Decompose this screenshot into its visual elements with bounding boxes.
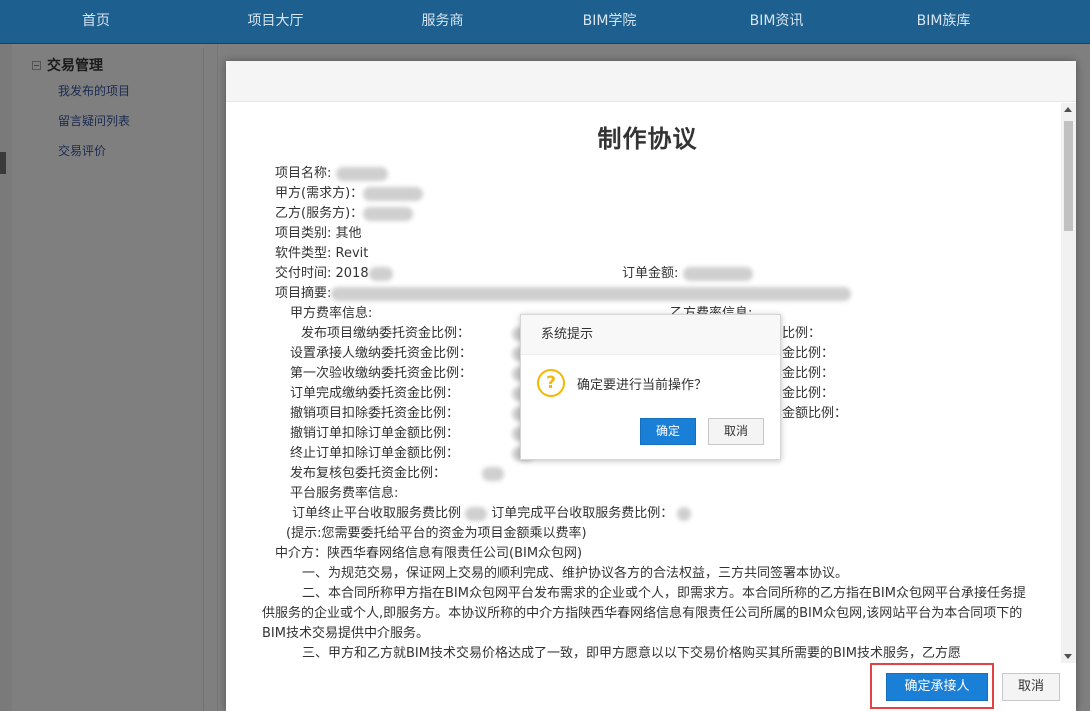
- nav-service-providers[interactable]: 服务商: [359, 0, 526, 43]
- scrollbar-thumb[interactable]: [1064, 121, 1073, 231]
- confirm-assignee-button[interactable]: 确定承接人: [886, 673, 988, 701]
- redacted-value: [331, 286, 852, 301]
- dialog-title: 系统提示: [521, 315, 780, 355]
- field-summary: 项目摘要:: [262, 284, 1033, 304]
- clause-3: 三、甲方和乙方就BIM技术交易价格达成了一致，即甲方愿意以以下交易价格购买其所需…: [302, 646, 961, 661]
- platform-fee-line: 订单终止平台收取服务费比例 订单完成平台收取服务费比例：: [262, 504, 1033, 524]
- clause-2: 二、本合同所称甲方指在BIM众包网平台发布需求的企业或个人，即需求方。本合同所称…: [262, 586, 1026, 641]
- dialog-cancel-button[interactable]: 取消: [708, 418, 764, 445]
- redacted-value: [682, 266, 753, 281]
- sidebar-item-message-questions[interactable]: 留言疑问列表: [12, 106, 203, 136]
- dialog-buttons: 确定 取消: [640, 418, 764, 445]
- agreement-footer: 确定承接人 取消: [226, 663, 1076, 711]
- left-edge-strip: [0, 44, 12, 711]
- agreement-modal-header: [226, 61, 1076, 102]
- sidebar-item-my-published-projects[interactable]: 我发布的项目: [12, 76, 203, 106]
- redacted-value: [363, 186, 424, 201]
- scroll-up-arrow-icon[interactable]: [1064, 107, 1072, 112]
- top-navigation: 首页 项目大厅 服务商 BIM学院 BIM资讯 BIM族库: [0, 0, 1090, 44]
- dialog-message-row: ? 确定要进行当前操作？: [521, 355, 780, 397]
- field-party-b: 乙方(服务方)：: [262, 204, 1033, 224]
- field-delivery-and-amount: 交付时间: 2018 订单金额:: [262, 264, 1033, 284]
- confirm-dialog: 系统提示 ? 确定要进行当前操作？ 确定 取消: [520, 314, 781, 460]
- intermediary-line: 中介方：陕西华春网络信息有限责任公司(BIM众包网): [275, 546, 583, 561]
- nav-bim-family-library[interactable]: BIM族库: [860, 0, 1027, 43]
- redacted-value: [335, 166, 388, 181]
- fee-row: 发布复核包委托资金比例：: [262, 464, 1033, 484]
- field-project-name: 项目名称:: [262, 164, 1033, 184]
- redacted-value: [368, 266, 393, 281]
- dialog-ok-button[interactable]: 确定: [640, 418, 696, 445]
- nav-bim-academy[interactable]: BIM学院: [526, 0, 693, 43]
- dialog-message: 确定要进行当前操作？: [577, 377, 708, 393]
- agreement-title: 制作协议: [597, 125, 698, 153]
- collapse-minus-icon[interactable]: [32, 60, 41, 70]
- scroll-down-arrow-icon[interactable]: [1064, 654, 1072, 659]
- agreement-scrollbar[interactable]: [1061, 103, 1076, 663]
- field-software: 软件类型: Revit: [275, 246, 369, 261]
- sidebar-item-trade-reviews[interactable]: 交易评价: [12, 136, 203, 166]
- question-icon: ?: [537, 369, 565, 397]
- nav-project-hall[interactable]: 项目大厅: [192, 0, 359, 43]
- left-edge-marker: [0, 152, 6, 174]
- nav-home[interactable]: 首页: [0, 0, 192, 43]
- sidebar-group-label: 交易管理: [47, 58, 103, 74]
- sidebar: 交易管理 我发布的项目 留言疑问列表 交易评价: [12, 48, 204, 711]
- nav-bim-news[interactable]: BIM资讯: [693, 0, 860, 43]
- fee-tip: (提示:您需要委托给平台的资金为项目金额乘以费率): [286, 526, 587, 541]
- sidebar-group-trade-management[interactable]: 交易管理: [12, 48, 203, 76]
- field-category: 项目类别: 其他: [275, 226, 362, 241]
- clause-1: 一、为规范交易，保证网上交易的顺利完成、维护协议各方的合法权益，三方共同签署本协…: [302, 566, 849, 581]
- cancel-button[interactable]: 取消: [1002, 673, 1060, 701]
- field-party-a: 甲方(需求方)：: [262, 184, 1033, 204]
- redacted-value: [363, 206, 414, 221]
- platform-fee-label: 平台服务费率信息:: [290, 486, 399, 501]
